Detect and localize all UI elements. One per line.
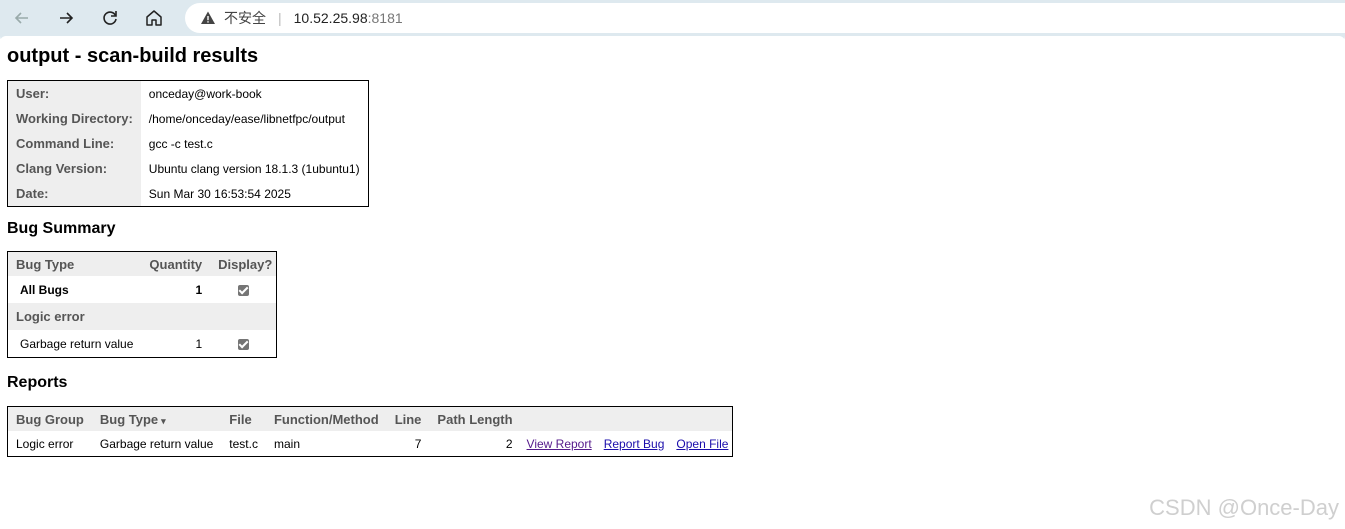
reports-header-row: Bug Group Bug Type ▾ File Function/Method… [7, 406, 733, 431]
reports-heading: Reports [7, 374, 68, 391]
info-row: Date: Sun Mar 30 16:53:54 2025 [7, 181, 369, 207]
info-row: Working Directory: /home/onceday/ease/lib… [7, 106, 369, 131]
back-button[interactable] [8, 4, 36, 32]
bug-summary-heading: Bug Summary [7, 220, 116, 237]
home-button[interactable] [140, 4, 168, 32]
arrow-right-icon [60, 12, 74, 24]
info-label: Working Directory: [7, 106, 141, 131]
col-display: Display? [210, 251, 277, 276]
col-bug-group[interactable]: Bug Group [7, 406, 92, 431]
warning-icon [201, 11, 215, 24]
report-bug-group: Logic error [16, 436, 74, 451]
col-quantity: Quantity [141, 251, 211, 276]
info-row: Command Line: gcc -c test.c [7, 131, 369, 156]
bug-type-checkbox[interactable] [237, 338, 249, 350]
forward-button[interactable] [52, 4, 80, 32]
report-line: 7 [414, 436, 422, 451]
bug-type-row: Garbage return value 1 [8, 330, 277, 358]
logic-error-section: Logic error [7, 303, 277, 330]
info-label: Clang Version: [7, 156, 141, 181]
all-bugs-label: All Bugs [20, 282, 69, 297]
col-path-length[interactable]: Path Length [429, 406, 521, 431]
section-row: Logic error [7, 303, 277, 330]
col-report-bug-type[interactable]: Bug Type ▾ [91, 406, 222, 431]
col-function[interactable]: Function/Method [265, 406, 387, 431]
browser-toolbar: 不安全 | 10.52.25.98:8181 [0, 0, 1345, 36]
bug-type-quantity: 1 [195, 336, 203, 351]
col-bug-type: Bug Type [7, 251, 142, 276]
all-bugs-row: All Bugs 1 [8, 276, 277, 303]
sort-caret-icon: ▾ [161, 415, 166, 426]
reload-icon [103, 11, 117, 25]
page-title: output - scan-build results [7, 45, 259, 67]
arrow-left-icon [14, 12, 28, 24]
address-bar[interactable]: 不安全 | 10.52.25.98:8181 [185, 3, 1345, 33]
address-divider: | [278, 10, 282, 26]
open-file-link[interactable]: Open File [676, 437, 728, 451]
report-row: Logic error Garbage return value test.c … [8, 431, 733, 457]
col-file[interactable]: File [221, 406, 266, 431]
info-table: User: onceday@work-book Working Directory:… [7, 80, 369, 207]
reports-table: Bug Group Bug Type ▾ File Function/Method… [7, 406, 734, 457]
bug-type-label: Garbage return value [20, 336, 134, 351]
watermark: CSDN @Once-Day [1149, 495, 1339, 520]
summary-header-row: Bug Type Quantity Display? [7, 251, 277, 276]
report-file: test.c [229, 436, 258, 451]
info-row: User: onceday@work-book [7, 80, 369, 106]
col-line[interactable]: Line [386, 406, 430, 431]
all-bugs-quantity: 1 [195, 282, 203, 297]
info-value: onceday@work-book [148, 86, 262, 101]
home-icon [146, 10, 162, 26]
bug-summary-table: Bug Type Quantity Display? All Bugs 1 Lo… [7, 251, 278, 358]
view-report-link[interactable]: View Report [527, 437, 592, 451]
report-bug-link[interactable]: Report Bug [604, 437, 665, 451]
info-label: Date: [7, 181, 141, 207]
all-bugs-checkbox[interactable] [237, 284, 249, 296]
url-port: :8181 [367, 10, 403, 26]
info-label: Command Line: [7, 131, 141, 156]
security-label[interactable]: 不安全 [224, 8, 266, 28]
report-bug-type: Garbage return value [99, 436, 214, 451]
url-host: 10.52.25.98 [293, 10, 368, 26]
col-report-bug-type-label: Bug Type [99, 411, 159, 427]
info-row: Clang Version: Ubuntu clang version 18.1.… [7, 156, 369, 181]
info-label: User: [7, 80, 141, 106]
viewport-edge [0, 36, 1345, 42]
info-value: Ubuntu clang version 18.1.3 (1ubuntu1) [148, 161, 360, 176]
report-path-length: 2 [505, 436, 513, 451]
info-value: /home/onceday/ease/libnetfpc/output [148, 111, 345, 126]
reload-button[interactable] [96, 4, 124, 32]
info-value: gcc -c test.c [148, 136, 213, 151]
info-value: Sun Mar 30 16:53:54 2025 [148, 186, 291, 201]
report-function: main [273, 436, 300, 451]
